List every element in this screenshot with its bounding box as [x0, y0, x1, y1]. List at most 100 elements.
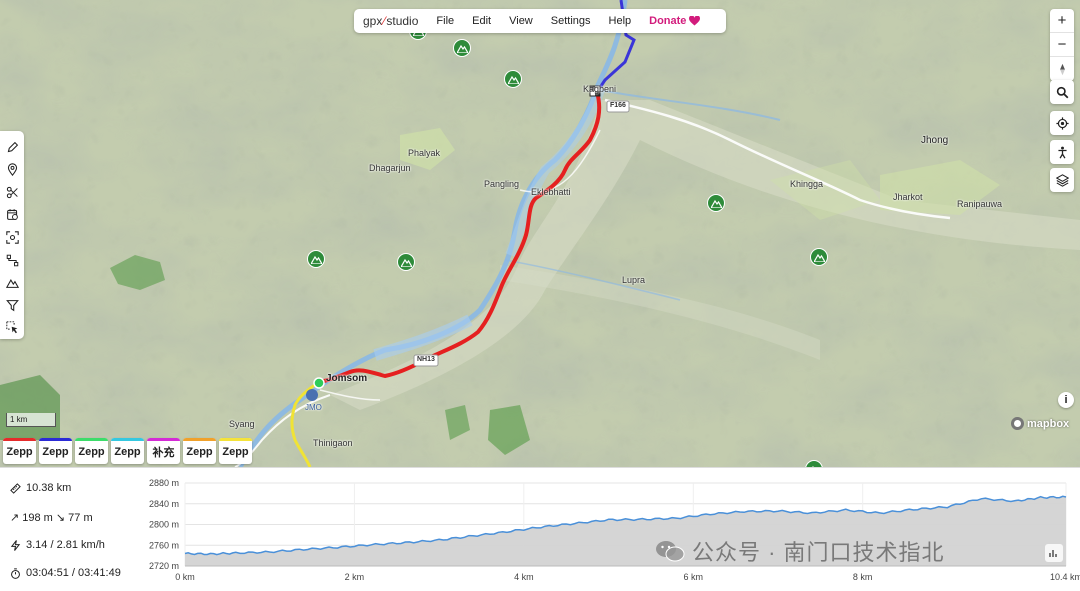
map-canvas[interactable]: Kagbeni Phalyak Dhagarjun Pangling Ekleb… [0, 0, 1080, 467]
elevation-value: ↗ 198 m ↘ 77 m [10, 512, 93, 524]
tab-color-bar [3, 438, 36, 441]
scale-bar: 1 km [6, 413, 56, 427]
mapbox-label: mapbox [1027, 417, 1070, 430]
speed-value: 3.14 / 2.81 km/h [26, 539, 105, 551]
search-icon [1056, 86, 1068, 98]
search-control [1050, 80, 1074, 104]
tab-label: Zepp [222, 446, 249, 458]
label-syang: Syang [229, 419, 255, 429]
label-jmo: JMO [305, 403, 322, 412]
calendar-clock-icon[interactable] [3, 204, 21, 227]
zoom-controls: + − [1050, 9, 1074, 81]
compass-button[interactable] [1050, 57, 1074, 81]
label-dhagarjun: Dhagarjun [369, 163, 411, 173]
menu-edit[interactable]: Edit [472, 15, 491, 27]
file-tab[interactable]: Zepp [219, 438, 252, 464]
file-tab[interactable]: Zepp [111, 438, 144, 464]
label-khingga: Khingga [790, 179, 824, 189]
tab-label: Zepp [78, 446, 105, 458]
mapbox-logo[interactable]: mapbox [1011, 417, 1069, 430]
tab-label: Zepp [186, 446, 213, 458]
wechat-icon [656, 541, 685, 562]
x-tick-label: 10.4 km [1050, 572, 1080, 582]
peak-marker [397, 253, 415, 271]
label-thinigaon: Thinigaon [313, 438, 353, 448]
select-icon[interactable] [3, 317, 21, 340]
distance-value: 10.38 km [26, 482, 72, 494]
x-tick-label: 2 km [345, 572, 365, 582]
pencil-icon[interactable] [3, 136, 21, 159]
filter-icon[interactable] [3, 294, 21, 317]
layers-button[interactable] [1050, 168, 1074, 192]
logo-slash-icon: ⁄ [383, 14, 386, 28]
peak-marker [707, 194, 725, 212]
scissors-icon[interactable] [3, 181, 21, 204]
label-phalyak: Phalyak [408, 148, 441, 158]
road-shield-f166: F166 [610, 102, 626, 109]
label-jhong: Jhong [921, 135, 949, 146]
peak-marker [810, 248, 828, 266]
locate-control [1050, 111, 1074, 135]
menu-settings[interactable]: Settings [551, 15, 591, 27]
file-tab[interactable]: Zepp [183, 438, 216, 464]
statistics-panel: 10.38 km ↗ 198 m ↘ 77 m 3.14 / 2.81 km/h… [0, 467, 1080, 591]
logo-gpx: gpx [363, 14, 383, 28]
watermark: 公众号 · 南门口技术指北 [655, 535, 945, 567]
waypoints-icon[interactable] [3, 249, 21, 272]
label-jharkot: Jharkot [893, 192, 923, 202]
file-tab[interactable]: Zepp [75, 438, 108, 464]
search-button[interactable] [1050, 80, 1074, 104]
y-tick-label: 2720 m [149, 561, 179, 571]
file-tab[interactable]: 补充 [147, 438, 180, 464]
speed-stat: 3.14 / 2.81 km/h [10, 539, 105, 551]
timer-icon [11, 567, 20, 579]
tab-label: Zepp [114, 446, 141, 458]
menu-help[interactable]: Help [609, 15, 632, 27]
locate-button[interactable] [1050, 111, 1074, 135]
menu-file[interactable]: File [436, 15, 454, 27]
road-shield-nh13: NH13 [417, 356, 435, 363]
bar-chart-icon [1049, 550, 1057, 557]
x-tick-label: 6 km [684, 572, 704, 582]
tab-color-bar [219, 438, 252, 441]
label-jomsom: Jomsom [326, 373, 368, 384]
streetview-button[interactable] [1050, 140, 1074, 164]
label-lupra: Lupra [622, 275, 646, 285]
y-tick-label: 2760 m [149, 540, 179, 550]
label-kagbeni: Kagbeni [583, 84, 617, 94]
zoom-in-button[interactable]: + [1050, 9, 1074, 33]
tab-color-bar [111, 438, 144, 441]
mountain-icon[interactable] [3, 271, 21, 294]
tab-label: Zepp [6, 446, 33, 458]
tab-label: 补充 [152, 447, 175, 459]
donate-button[interactable]: Donate [649, 15, 701, 27]
tab-label: Zepp [42, 446, 69, 458]
menu-view[interactable]: View [509, 15, 533, 27]
chart-options-button[interactable] [1045, 544, 1063, 562]
elevation-profile-chart[interactable]: 2720 m 2760 m 2800 m 2840 m 2880 m 0 km 2 km 4 … [140, 468, 1080, 591]
y-tick-label: 2880 m [149, 478, 179, 488]
label-pangling: Pangling [484, 179, 520, 189]
x-tick-label: 8 km [853, 572, 873, 582]
elevation-stat: ↗ 198 m ↘ 77 m [10, 511, 93, 524]
tool-bar [0, 131, 24, 339]
person-icon [1057, 146, 1067, 159]
file-tab[interactable]: Zepp [3, 438, 36, 464]
tab-color-bar [147, 438, 180, 441]
tab-color-bar [183, 438, 216, 441]
y-tick-label: 2840 m [149, 499, 179, 509]
map-pin-icon[interactable] [3, 159, 21, 182]
x-tick-label: 0 km [175, 572, 195, 582]
scan-icon[interactable] [3, 226, 21, 249]
peak-marker [453, 39, 471, 57]
compass-icon [1059, 63, 1065, 75]
info-button[interactable]: i [1058, 392, 1074, 408]
file-tab[interactable]: Zepp [39, 438, 72, 464]
menu-bar: gpx ⁄ studio File Edit View Settings Hel… [354, 9, 726, 33]
peak-marker [504, 70, 522, 88]
logo-studio: studio [386, 14, 419, 28]
tab-color-bar [39, 438, 72, 441]
streetview-control [1050, 140, 1074, 164]
heart-icon [689, 16, 701, 26]
zoom-out-button[interactable]: − [1050, 33, 1074, 57]
